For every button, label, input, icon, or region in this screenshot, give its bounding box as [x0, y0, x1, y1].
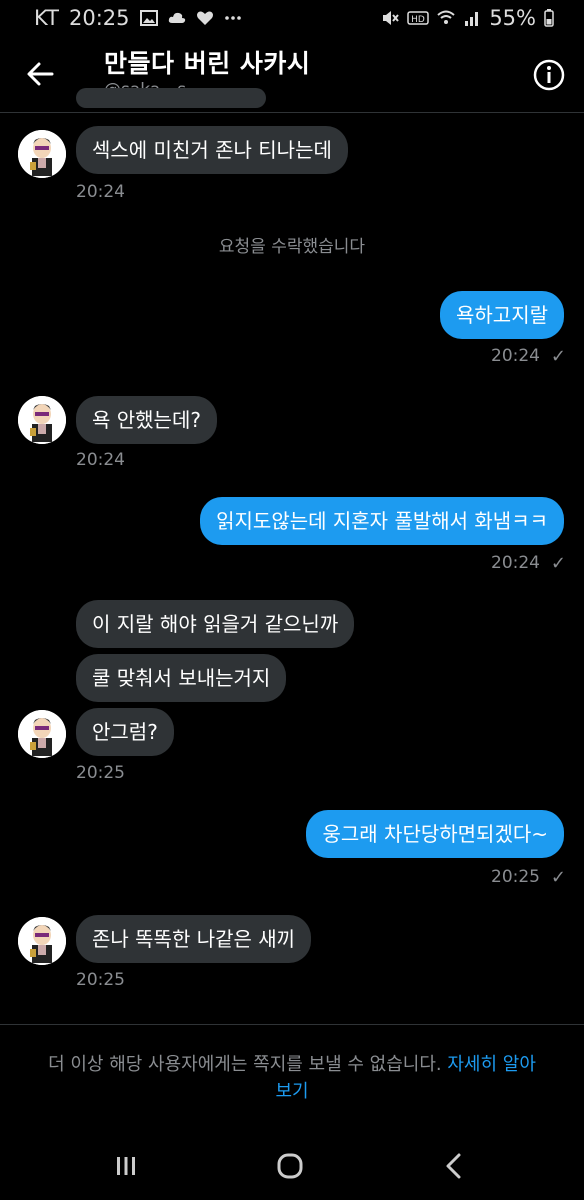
incoming-message-bubble[interactable]: 존나 똑똑한 나같은 새끼 [76, 915, 312, 963]
outgoing-message-bubble[interactable]: 웅그래 차단당하면되겠다~ [306, 810, 564, 858]
message-timestamp: 20:24 [491, 346, 540, 366]
avatar[interactable] [18, 396, 66, 444]
outgoing-message-bubble[interactable]: 읽지도않는데 지혼자 풀발해서 화냄ㅋㅋ [200, 497, 564, 545]
back-arrow-icon[interactable] [22, 56, 58, 92]
read-check-icon: ✓ [550, 553, 566, 574]
system-navigation-bar [0, 1128, 584, 1200]
avatar-character-icon [18, 710, 66, 758]
message-timestamp: 20:24 [76, 450, 125, 470]
home-icon[interactable] [274, 1150, 306, 1182]
conversation-title: 만들다 버린 사카시 [104, 49, 311, 78]
read-check-icon: ✓ [550, 867, 566, 888]
mute-icon [383, 11, 400, 25]
read-check-icon: ✓ [550, 346, 566, 367]
gallery-icon [139, 10, 158, 26]
incoming-message-bubble[interactable]: 쿨 맞춰서 보내는거지 [76, 654, 287, 702]
heart-icon [196, 11, 213, 25]
outgoing-message-bubble[interactable]: 욕하고지랄 [440, 291, 564, 339]
partial-message-bubble [76, 88, 266, 108]
more-dots-icon [224, 16, 241, 20]
status-bar: KT 20:25 HD 55% [0, 0, 584, 38]
battery-icon [544, 9, 554, 27]
back-nav-icon[interactable] [438, 1150, 470, 1182]
signal-icon [465, 12, 479, 26]
incoming-message-bubble[interactable]: 섹스에 미친거 존나 티나는데 [76, 126, 348, 174]
incoming-message-bubble[interactable]: 욕 안했는데? [76, 396, 217, 444]
avatar-character-icon [18, 917, 66, 965]
incoming-message-bubble[interactable]: 안그럼? [76, 708, 174, 756]
message-timestamp: 20:25 [76, 970, 125, 990]
avatar-character-icon [18, 130, 66, 178]
message-timestamp: 20:25 [491, 867, 540, 887]
system-message: 요청을 수락했습니다 [218, 237, 366, 257]
blocked-notice: 더 이상 해당 사용자에게는 쪽지를 보낼 수 없습니다. 자세히 알아보기 [40, 1051, 544, 1105]
info-icon[interactable] [532, 58, 566, 92]
status-right: HD 55% [381, 6, 554, 30]
hd-icon: HD [407, 11, 430, 25]
header-divider [0, 112, 584, 113]
message-timestamp: 20:24 [76, 182, 125, 202]
message-timestamp: 20:25 [76, 763, 125, 783]
status-left: KT 20:25 [34, 6, 242, 30]
svg-text:HD: HD [411, 15, 425, 25]
incoming-message-bubble[interactable]: 이 지랄 해야 읽을거 같으닌까 [76, 600, 355, 648]
avatar[interactable] [18, 130, 66, 178]
cloud-icon [168, 12, 185, 23]
avatar[interactable] [18, 710, 66, 758]
wifi-icon [437, 10, 455, 24]
recent-apps-icon[interactable] [110, 1150, 142, 1182]
avatar[interactable] [18, 917, 66, 965]
carrier-label: KT [34, 6, 59, 30]
footer-divider [0, 1024, 584, 1025]
blocked-notice-text: 더 이상 해당 사용자에게는 쪽지를 보낼 수 없습니다. [48, 1054, 442, 1075]
avatar-character-icon [18, 396, 66, 444]
message-timestamp: 20:24 [491, 553, 540, 573]
battery-percent: 55% [489, 6, 536, 30]
status-time: 20:25 [68, 6, 130, 30]
